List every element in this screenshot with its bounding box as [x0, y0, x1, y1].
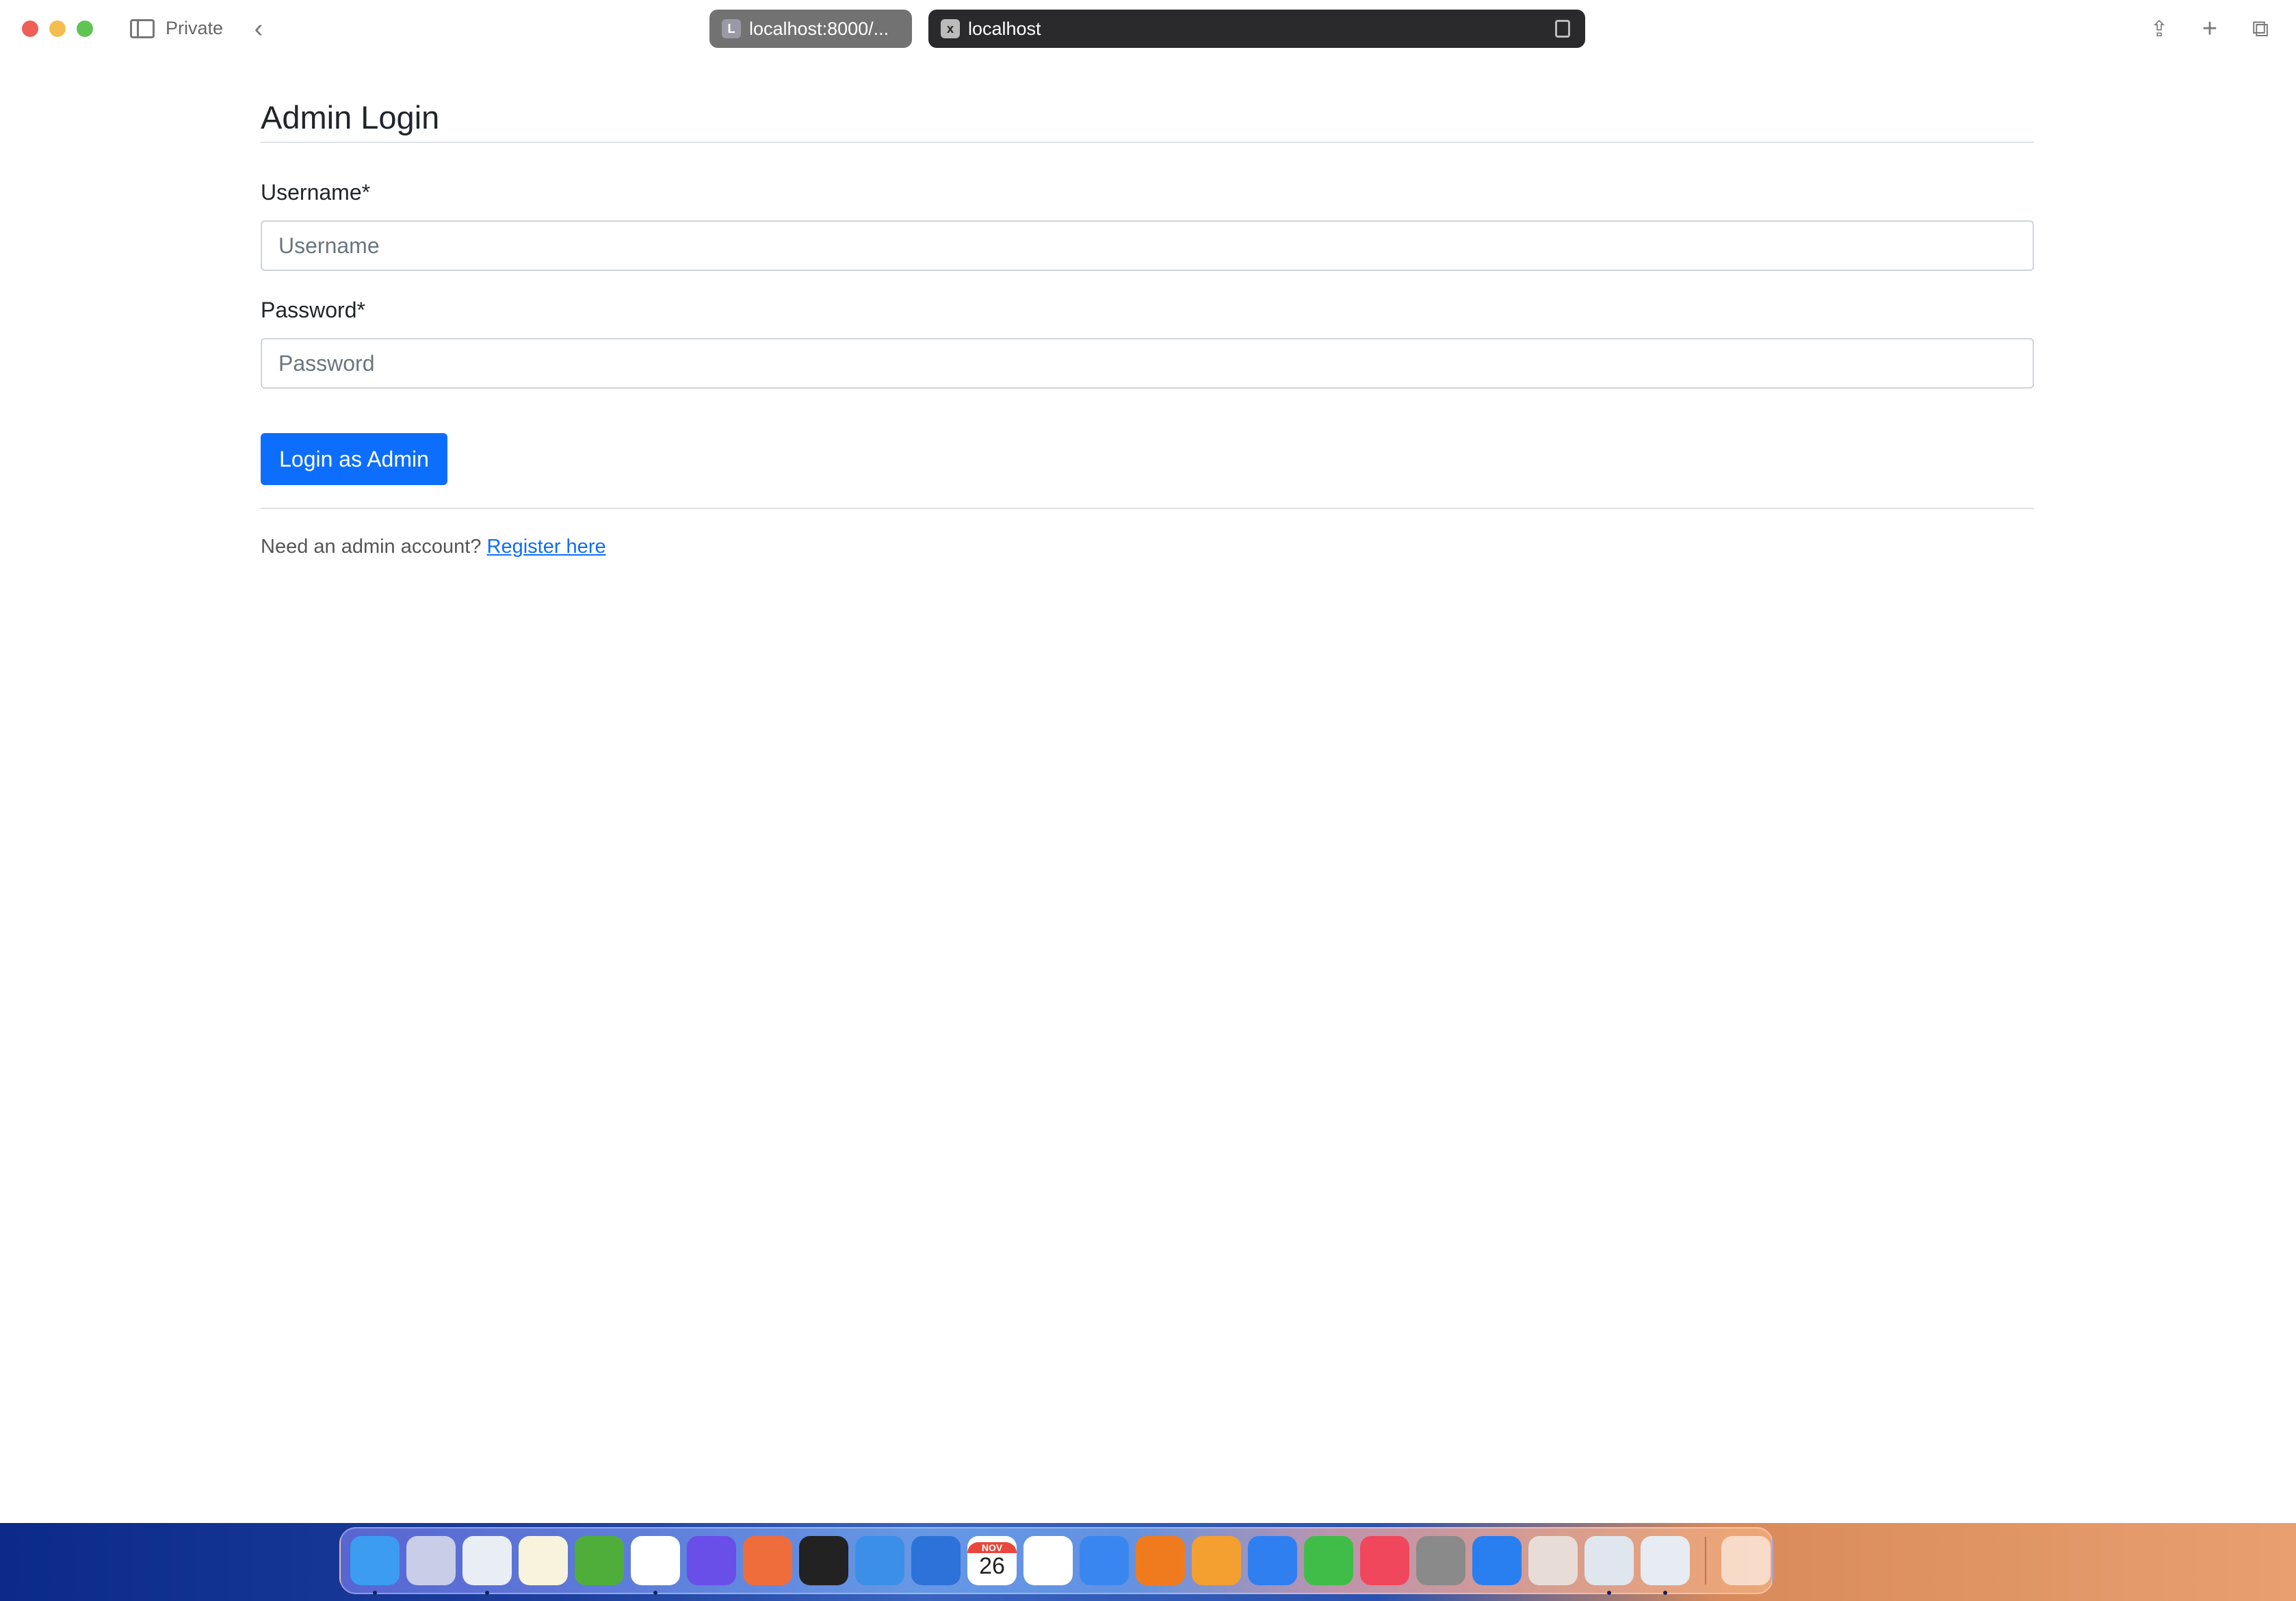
dock-books-icon[interactable]: [1136, 1536, 1185, 1585]
dock-pages-icon[interactable]: [1192, 1536, 1241, 1585]
dock-reminders-icon[interactable]: [1023, 1536, 1073, 1585]
dock-preview-icon[interactable]: [1641, 1536, 1690, 1595]
register-prompt: Need an admin account? Register here: [261, 536, 606, 558]
close-window-button[interactable]: [22, 21, 38, 37]
dock-keynote-icon[interactable]: [1248, 1536, 1297, 1585]
calendar-day: 26: [979, 1552, 1005, 1579]
running-indicator: [1607, 1591, 1611, 1595]
username-input[interactable]: [261, 220, 2034, 271]
username-label: Username*: [261, 180, 371, 205]
dock-launchpad-icon[interactable]: [406, 1536, 456, 1585]
tab-favicon: x: [941, 19, 960, 38]
password-input[interactable]: [261, 338, 2034, 389]
tab-favicon: L: [722, 19, 741, 38]
dock-vscode-icon[interactable]: [631, 1536, 680, 1595]
dock-xcode-icon[interactable]: [911, 1536, 961, 1585]
dock-app-store-icon[interactable]: [1472, 1536, 1522, 1585]
dock-system-settings-icon[interactable]: [1416, 1536, 1465, 1585]
calendar-month: NOV: [967, 1541, 1017, 1553]
dock-terminal-icon[interactable]: [799, 1536, 848, 1585]
dock-safari-icon[interactable]: [462, 1536, 512, 1595]
dock-postgres-icon[interactable]: [1584, 1536, 1634, 1595]
dock-numbers-icon[interactable]: [1304, 1536, 1353, 1585]
dock-postman-icon[interactable]: [743, 1536, 792, 1585]
dock: NOV 26: [339, 1527, 1773, 1595]
zoom-window-button[interactable]: [77, 21, 93, 37]
tab-localhost[interactable]: x localhost: [928, 10, 1585, 48]
sidebar-toggle-icon[interactable]: [130, 19, 155, 38]
running-indicator: [653, 1591, 657, 1595]
tab-title: localhost:8000/...: [749, 18, 889, 39]
title-divider: [261, 142, 2034, 143]
dock-activity-ring-icon[interactable]: [575, 1536, 624, 1585]
back-icon[interactable]: ‹: [244, 14, 274, 44]
tab-overview-icon[interactable]: ⧉: [2245, 14, 2275, 44]
dock-iphone-mirroring-icon[interactable]: [1528, 1536, 1578, 1585]
dock-calendar-icon[interactable]: NOV 26: [967, 1536, 1017, 1585]
page-title: Admin Login: [261, 99, 440, 135]
running-indicator: [1663, 1591, 1667, 1595]
reader-icon[interactable]: [1555, 20, 1570, 38]
password-label: Password*: [261, 298, 365, 322]
dock-separator: [1705, 1537, 1706, 1585]
running-indicator: [485, 1591, 489, 1595]
minimize-window-button[interactable]: [49, 21, 66, 37]
dock-docker-icon[interactable]: [855, 1536, 904, 1585]
dock-mail-icon[interactable]: [1080, 1536, 1129, 1585]
dock-notes-icon[interactable]: [519, 1536, 568, 1585]
dock-trash-icon[interactable]: [1721, 1536, 1771, 1585]
running-indicator: [373, 1591, 377, 1595]
private-label: Private: [166, 18, 224, 38]
dock-goland-icon[interactable]: [687, 1536, 736, 1585]
form-divider: [261, 508, 2034, 509]
dock-finder-icon[interactable]: [350, 1536, 400, 1595]
dock-music-icon[interactable]: [1360, 1536, 1409, 1585]
login-as-admin-button[interactable]: Login as Admin: [261, 433, 447, 485]
register-prompt-text: Need an admin account?: [261, 536, 482, 558]
share-icon[interactable]: ⇪: [2144, 14, 2174, 44]
tab-localhost-8000[interactable]: L localhost:8000/...: [709, 10, 912, 48]
new-tab-icon[interactable]: +: [2195, 14, 2225, 44]
tab-title: localhost: [968, 18, 1041, 39]
register-link[interactable]: Register here: [487, 536, 606, 558]
